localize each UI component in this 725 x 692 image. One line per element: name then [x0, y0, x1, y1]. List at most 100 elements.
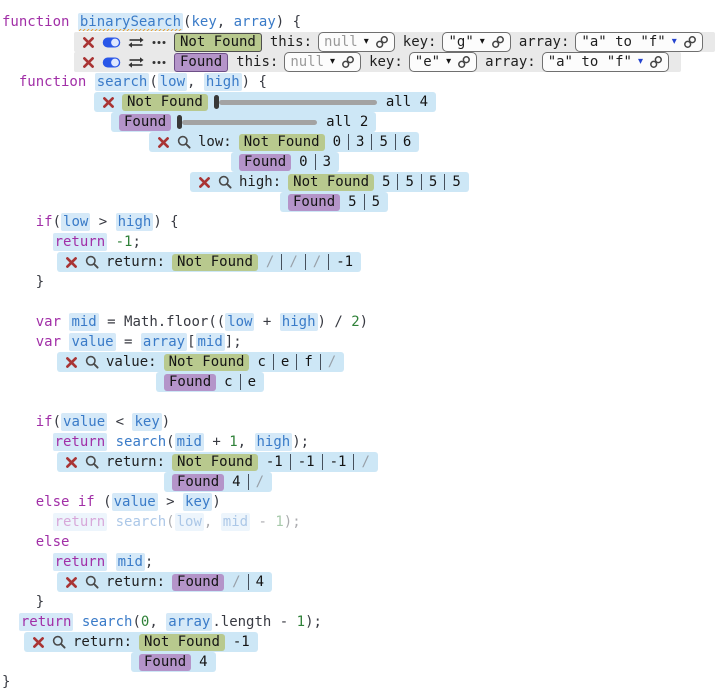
probe-value: 4 [199, 654, 207, 670]
magnifier-icon[interactable] [85, 455, 99, 469]
code-token-probed[interactable]: return [53, 513, 108, 531]
code-token: > [90, 214, 115, 230]
close-icon[interactable] [82, 56, 95, 69]
close-icon[interactable] [82, 36, 95, 49]
close-icon[interactable] [102, 96, 115, 109]
probe-values: ce [224, 374, 256, 390]
example-row-found: Foundthis:null▾key:"e"▾array:"a" to "f"▾ [2, 52, 725, 72]
probe-value: -1 [233, 634, 250, 650]
close-icon[interactable] [65, 576, 78, 589]
probe-value: e [281, 354, 289, 370]
toggle-on-icon[interactable] [102, 36, 121, 49]
close-icon[interactable] [198, 176, 211, 189]
value-dropdown[interactable]: null▾ [318, 32, 395, 52]
code-token: if [36, 414, 53, 430]
probe-value: 3 [323, 154, 331, 170]
code-token-probed[interactable]: value [69, 333, 115, 351]
probe-return-not-found: return:Not Found///-1 [2, 252, 725, 272]
code-token-probed[interactable]: return [53, 553, 108, 571]
link-icon[interactable] [649, 55, 663, 69]
code-token-probed[interactable]: binarySearch [78, 13, 183, 31]
link-icon[interactable] [491, 35, 505, 49]
value-dropdown[interactable]: "e"▾ [409, 52, 477, 72]
value-dropdown[interactable]: "a" to "f"▾ [542, 52, 669, 72]
code-token: 2 [351, 314, 359, 330]
toggle-on-icon[interactable] [102, 56, 121, 69]
code-token: 1 [229, 434, 237, 450]
magnifier-icon[interactable] [85, 575, 99, 589]
probe-label: return: [106, 254, 165, 270]
code-line-function-search: function search(low, high) { [2, 72, 725, 92]
code-token-probed[interactable]: return [53, 233, 108, 251]
magnifier-icon[interactable] [85, 255, 99, 269]
code-token: ]; [225, 334, 242, 350]
code-token-probed[interactable]: return [19, 613, 74, 631]
link-icon[interactable] [341, 55, 355, 69]
code-token-probed[interactable]: low [225, 313, 254, 331]
code-token-probed[interactable]: high [280, 313, 318, 331]
status-badge-not-found[interactable]: Not Found [174, 33, 262, 52]
slider-track[interactable] [219, 100, 377, 105]
probe-high-found: Found55 [2, 192, 725, 212]
ellipsis-icon[interactable] [151, 56, 167, 69]
dropdown-value: "g" [448, 34, 473, 50]
probe-value: / [361, 454, 369, 470]
value-separator [248, 574, 249, 590]
close-icon[interactable] [65, 456, 78, 469]
code-token-probed[interactable]: value [112, 493, 158, 511]
code-token [107, 234, 115, 250]
code-token-probed[interactable]: return [53, 433, 108, 451]
close-icon[interactable] [65, 356, 78, 369]
link-icon[interactable] [683, 35, 697, 49]
ellipsis-icon[interactable] [151, 36, 167, 49]
code-token-probed[interactable]: value [61, 413, 107, 431]
code-line-var-mid: var mid = Math.floor((low + high) / 2) [2, 312, 725, 332]
value-separator [348, 134, 349, 150]
swap-arrows-icon[interactable] [128, 36, 144, 49]
magnifier-icon[interactable] [177, 135, 191, 149]
close-icon[interactable] [32, 636, 45, 649]
code-token-probed[interactable]: array [166, 613, 212, 631]
dropdown-value: "e" [415, 54, 440, 70]
status-badge-found[interactable]: Found [174, 53, 228, 72]
code-token-probed[interactable]: array [141, 333, 187, 351]
code-token-probed[interactable]: low [61, 213, 90, 231]
close-icon[interactable] [65, 256, 78, 269]
value-dropdown[interactable]: "a" to "f"▾ [575, 32, 702, 52]
close-icon[interactable] [157, 136, 170, 149]
code-token-probed[interactable]: high [204, 73, 242, 91]
magnifier-icon[interactable] [85, 355, 99, 369]
code-token-probed[interactable]: key [183, 493, 212, 511]
code-token-probed[interactable]: mid [175, 433, 204, 451]
code-token: if [36, 214, 53, 230]
magnifier-icon[interactable] [218, 175, 232, 189]
code-token-probed[interactable]: mid [69, 313, 98, 331]
status-badge-found: Found [139, 654, 191, 671]
code-line-close-if: } [2, 272, 725, 292]
probe-values: -1-1-1/ [266, 454, 370, 470]
code-token-probed[interactable]: mid [196, 333, 225, 351]
code-token-probed[interactable]: mid [221, 513, 250, 531]
value-dropdown[interactable]: null▾ [284, 52, 361, 72]
code-token-probed[interactable]: mid [116, 553, 145, 571]
link-icon[interactable] [375, 35, 389, 49]
swap-arrows-icon[interactable] [128, 56, 144, 69]
code-token-probed[interactable]: key [132, 413, 161, 431]
magnifier-icon[interactable] [52, 635, 66, 649]
code-token: search [82, 614, 133, 630]
code-token [2, 74, 19, 90]
value-dropdown[interactable]: "g"▾ [442, 32, 510, 52]
status-badge-found: Found [119, 114, 171, 131]
code-token-probed[interactable]: low [175, 513, 204, 531]
status-badge-not-found: Not Found [122, 94, 208, 111]
code-token-probed[interactable]: search [95, 73, 150, 91]
probe-label: value: [106, 354, 157, 370]
slider-track[interactable] [182, 120, 317, 125]
link-icon[interactable] [457, 55, 471, 69]
code-token-probed[interactable]: high [255, 433, 293, 451]
code-token: ) / [318, 314, 352, 330]
code-token-probed[interactable]: high [116, 213, 154, 231]
code-token-probed[interactable]: low [158, 73, 187, 91]
probe-value: c [224, 374, 232, 390]
code-line-return-mid: return mid; [2, 552, 725, 572]
